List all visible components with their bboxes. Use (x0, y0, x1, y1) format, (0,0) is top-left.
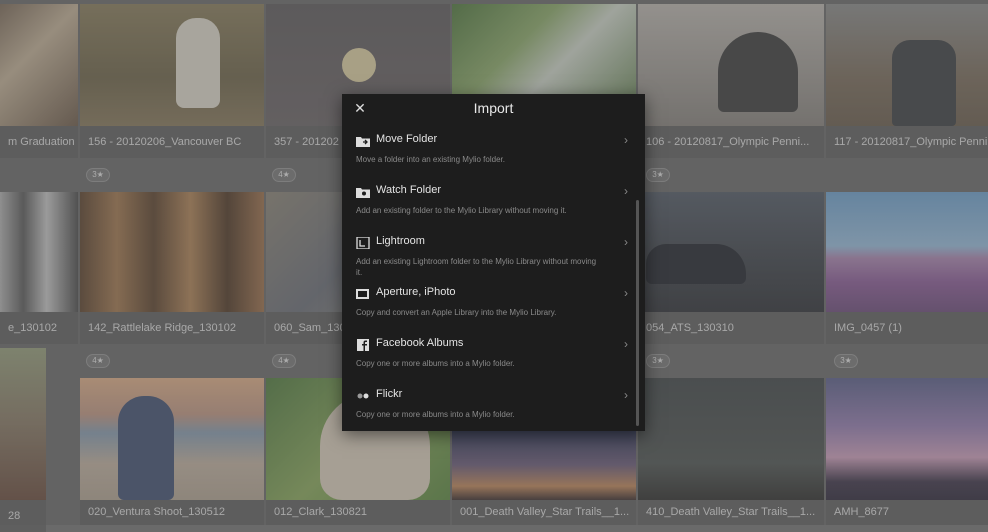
aperture-icon (356, 289, 369, 299)
import-option-facebook-albums[interactable]: Facebook Albums › Copy one or more album… (342, 330, 634, 380)
owl-shape (176, 18, 220, 108)
flickr-icon (357, 393, 369, 399)
option-label: Facebook Albums (376, 337, 464, 349)
photo-tile[interactable]: IMG_0457 (1) (826, 192, 988, 344)
import-option-aperture-iphoto[interactable]: Aperture, iPhoto › Copy and convert an A… (342, 279, 634, 329)
dialog-scrollbar[interactable] (636, 200, 639, 426)
photo-caption: 001_Death Valley_Star Trails__1... (452, 500, 636, 525)
option-label: Flickr (376, 388, 403, 400)
rating-badge: 3★ (86, 168, 110, 182)
moon-shape (342, 48, 376, 82)
folder-move-icon (356, 137, 370, 147)
photo-caption: 117 - 20120817_Olympic Penni (826, 126, 988, 158)
chevron-right-icon: › (624, 286, 628, 300)
option-description: Move a folder into an existing Mylio fol… (356, 155, 505, 164)
photo-caption: 28 (0, 500, 46, 532)
photo-caption: IMG_0457 (1) (826, 312, 988, 344)
photo-tile[interactable]: 001_Death Valley_Star Trails__1... (452, 430, 636, 525)
lightroom-icon (356, 237, 370, 249)
chevron-right-icon: › (624, 337, 628, 351)
import-option-watch-folder[interactable]: Watch Folder › Add an existing folder to… (342, 177, 634, 227)
rating-badge: 3★ (834, 354, 858, 368)
photo-caption: e_130102 (0, 312, 78, 344)
chevron-right-icon: › (624, 133, 628, 147)
option-description: Copy one or more albums into a Mylio fol… (356, 359, 515, 368)
import-option-lightroom[interactable]: Lightroom › Add an existing Lightroom fo… (342, 228, 634, 278)
import-option-move-folder[interactable]: Move Folder › Move a folder into an exis… (342, 126, 634, 176)
option-label: Lightroom (376, 235, 425, 247)
photo-caption: 012_Clark_130821 (266, 500, 450, 525)
photo-caption: m Graduation (0, 126, 78, 158)
photo-thumbnail[interactable] (80, 378, 264, 500)
photo-tile[interactable]: m Graduation (0, 4, 78, 158)
photo-caption: 142_Rattlelake Ridge_130102 (80, 312, 264, 344)
photo-tile[interactable]: 142_Rattlelake Ridge_130102 (80, 192, 264, 344)
rating-badge: 3★ (646, 168, 670, 182)
photo-thumbnail[interactable] (452, 430, 636, 500)
option-description: Copy and convert an Apple Library into t… (356, 308, 557, 317)
photo-thumbnail[interactable] (0, 4, 78, 126)
photo-thumbnail[interactable] (638, 192, 824, 312)
photo-thumbnail[interactable] (826, 192, 988, 312)
rating-badge: 3★ (646, 354, 670, 368)
photo-tile[interactable]: 28 (0, 348, 46, 532)
import-dialog: ✕ Import Move Folder › Move a folder int… (342, 94, 645, 431)
folder-watch-icon (356, 188, 370, 198)
photo-tile[interactable]: 054_ATS_130310 (638, 192, 824, 344)
person-shape (718, 32, 798, 112)
photo-caption: AMH_8677 (826, 500, 988, 525)
option-label: Move Folder (376, 133, 438, 145)
dialog-header: ✕ Import (342, 94, 645, 124)
rating-badge: 4★ (272, 354, 296, 368)
photo-tile[interactable]: 117 - 20120817_Olympic Penni (826, 4, 988, 158)
facebook-icon (357, 339, 369, 351)
photo-thumbnail[interactable] (0, 192, 78, 312)
photo-tile[interactable]: e_130102 (0, 192, 78, 344)
option-description: Copy one or more albums into a Mylio fol… (356, 410, 515, 419)
chevron-right-icon: › (624, 388, 628, 402)
people-shape (892, 40, 956, 126)
photo-tile[interactable]: 106 - 20120817_Olympic Penni... (638, 4, 824, 158)
photo-thumbnail[interactable] (826, 378, 988, 500)
photo-tile[interactable]: AMH_8677 (826, 378, 988, 525)
photo-tile[interactable]: 156 - 20120206_Vancouver BC (80, 4, 264, 158)
chevron-right-icon: › (624, 235, 628, 249)
option-description: Add an existing folder to the Mylio Libr… (356, 206, 567, 215)
option-label: Watch Folder (376, 184, 442, 196)
option-label: Aperture, iPhoto (376, 286, 456, 298)
photo-thumbnail[interactable] (638, 4, 824, 126)
photo-thumbnail[interactable] (826, 4, 988, 126)
person-shape (118, 396, 174, 500)
photo-caption: 106 - 20120817_Olympic Penni... (638, 126, 824, 158)
photo-thumbnail[interactable] (80, 192, 264, 312)
photo-tile[interactable]: 020_Ventura Shoot_130512 (80, 378, 264, 525)
photo-caption: 410_Death Valley_Star Trails__1... (638, 500, 824, 525)
photo-caption: 156 - 20120206_Vancouver BC (80, 126, 264, 158)
dialog-title: Import (473, 100, 514, 116)
photo-tile[interactable]: 410_Death Valley_Star Trails__1... (638, 378, 824, 525)
chevron-right-icon: › (624, 184, 628, 198)
photo-thumbnail[interactable] (0, 348, 46, 500)
photo-thumbnail[interactable] (80, 4, 264, 126)
photo-thumbnail[interactable] (638, 378, 824, 500)
option-description: Add an existing Lightroom folder to the … (356, 257, 597, 277)
rating-badge: 4★ (272, 168, 296, 182)
import-option-flickr[interactable]: Flickr › Copy one or more albums into a … (342, 381, 634, 431)
photo-caption: 020_Ventura Shoot_130512 (80, 500, 264, 525)
rating-badge: 4★ (86, 354, 110, 368)
photo-caption: 054_ATS_130310 (638, 312, 824, 344)
car-shape (646, 244, 746, 284)
